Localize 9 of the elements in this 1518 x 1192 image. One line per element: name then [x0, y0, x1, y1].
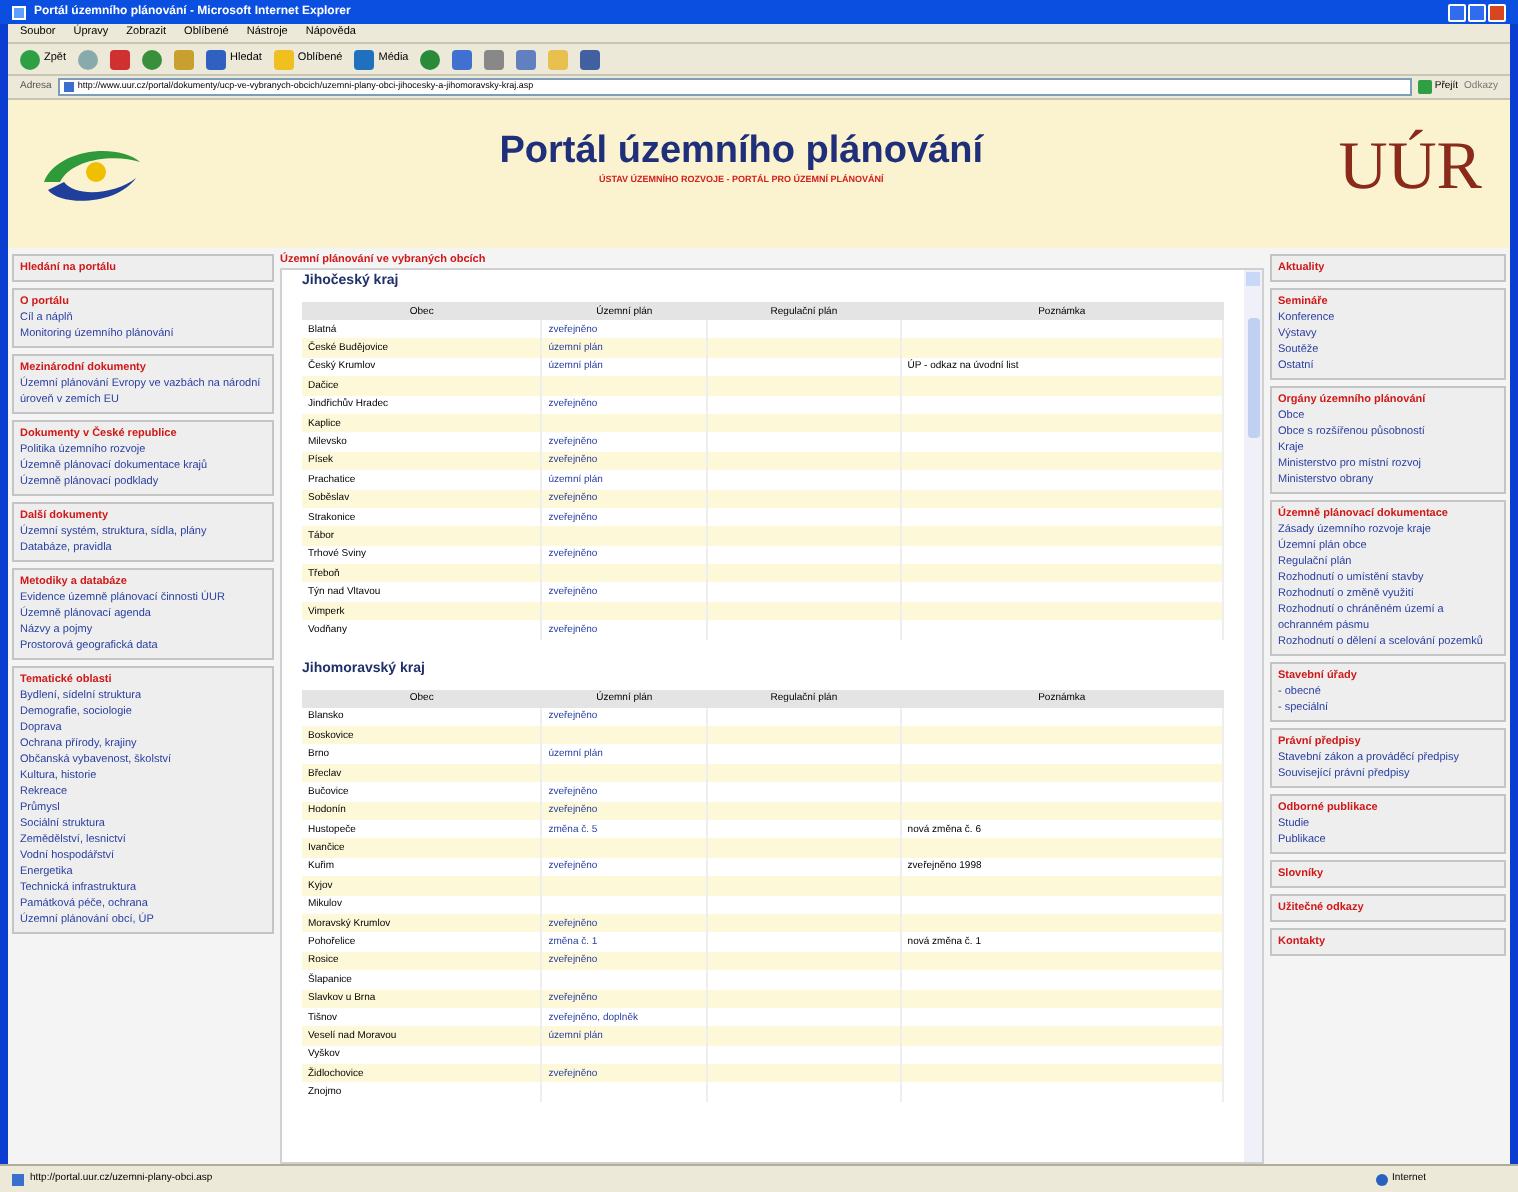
institute-logo: UÚR: [1338, 134, 1482, 202]
minimize-button[interactable]: [1448, 3, 1466, 21]
page-icon: [12, 1173, 24, 1185]
page-icon: [63, 82, 74, 92]
close-button[interactable]: [1488, 3, 1506, 21]
maximize-button[interactable]: [1468, 3, 1486, 21]
portal-title: Portál územního plánování: [499, 132, 983, 171]
scroll-thumb[interactable]: [1247, 318, 1259, 438]
scrollbar[interactable]: [1244, 270, 1262, 1162]
